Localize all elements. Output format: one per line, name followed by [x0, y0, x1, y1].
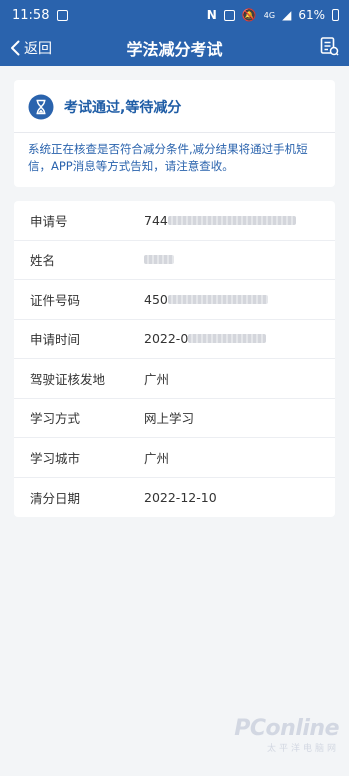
info-label: 证件号码: [30, 292, 81, 308]
status-message: 系统正在核查是否符合减分条件,减分结果将通过手机短信，APP消息等方式告知，请注…: [28, 142, 308, 173]
info-row-application-number: 申请号 744: [14, 201, 335, 241]
info-label: 清分日期: [30, 490, 81, 506]
info-row-application-time: 申请时间 2022-0: [14, 320, 335, 359]
records-button[interactable]: [319, 36, 349, 60]
info-row-study-method: 学习方式 网上学习: [14, 399, 335, 438]
divider: [14, 132, 335, 133]
info-row-license-issuer: 驾驶证核发地 广州: [14, 359, 335, 399]
mute-icon: 🔕: [241, 8, 257, 22]
document-list-icon: [320, 37, 339, 56]
nfc-icon: N: [206, 8, 217, 22]
info-value: 450: [144, 291, 168, 307]
redacted-mask: [144, 255, 174, 265]
info-row-clear-date: 清分日期 2022-12-10: [14, 478, 335, 518]
back-button[interactable]: 返回: [0, 38, 52, 58]
info-value: 广州: [144, 371, 170, 387]
info-label: 学习城市: [30, 450, 81, 466]
redacted-mask: [167, 294, 268, 304]
watermark-brand: PConline: [234, 716, 339, 741]
info-row-name: 姓名: [14, 241, 335, 280]
image-notification-icon: [57, 9, 69, 21]
info-label: 驾驶证核发地: [30, 371, 106, 387]
chevron-left-icon: [11, 40, 20, 56]
watermark-sub: 太平洋电脑网: [266, 744, 339, 754]
battery-icon: [332, 9, 339, 21]
info-label: 申请时间: [30, 332, 81, 348]
info-row-id-number: 证件号码 450: [14, 280, 335, 320]
status-bar: 11:58 N 🔕 4G ◢ 61%: [0, 0, 349, 30]
nav-bar: 返回 学法减分考试: [0, 30, 349, 66]
info-value: 网上学习: [144, 411, 195, 427]
status-title: 考试通过,等待减分: [64, 100, 182, 116]
redacted-mask: [167, 215, 296, 225]
redacted-mask: [188, 334, 267, 344]
application-info-card: 申请号 744 姓名 证件号码 450 申请时间 2022-0 驾驶证核发地 广…: [14, 201, 335, 517]
battery-level: 61%: [298, 8, 325, 22]
hourglass-icon: [28, 94, 54, 120]
info-label: 姓名: [30, 253, 56, 269]
info-label: 申请号: [30, 213, 68, 229]
status-time: 11:58: [12, 7, 50, 23]
vibrate-icon: [223, 9, 235, 21]
info-value: 2022-0: [144, 331, 189, 347]
info-value: 广州: [144, 450, 170, 466]
info-value: 744: [144, 212, 168, 228]
network-type: 4G: [263, 10, 276, 20]
info-value: 2022-12-10: [144, 489, 217, 505]
info-row-study-city: 学习城市 广州: [14, 438, 335, 478]
signal-icon: ◢: [282, 8, 292, 22]
status-card: 考试通过,等待减分 系统正在核查是否符合减分条件,减分结果将通过手机短信，APP…: [14, 80, 335, 187]
page-title: 学法减分考试: [126, 40, 223, 59]
watermark-logo: PConline 太平洋电脑网: [234, 716, 339, 754]
back-label: 返回: [24, 41, 52, 57]
info-label: 学习方式: [30, 411, 81, 427]
